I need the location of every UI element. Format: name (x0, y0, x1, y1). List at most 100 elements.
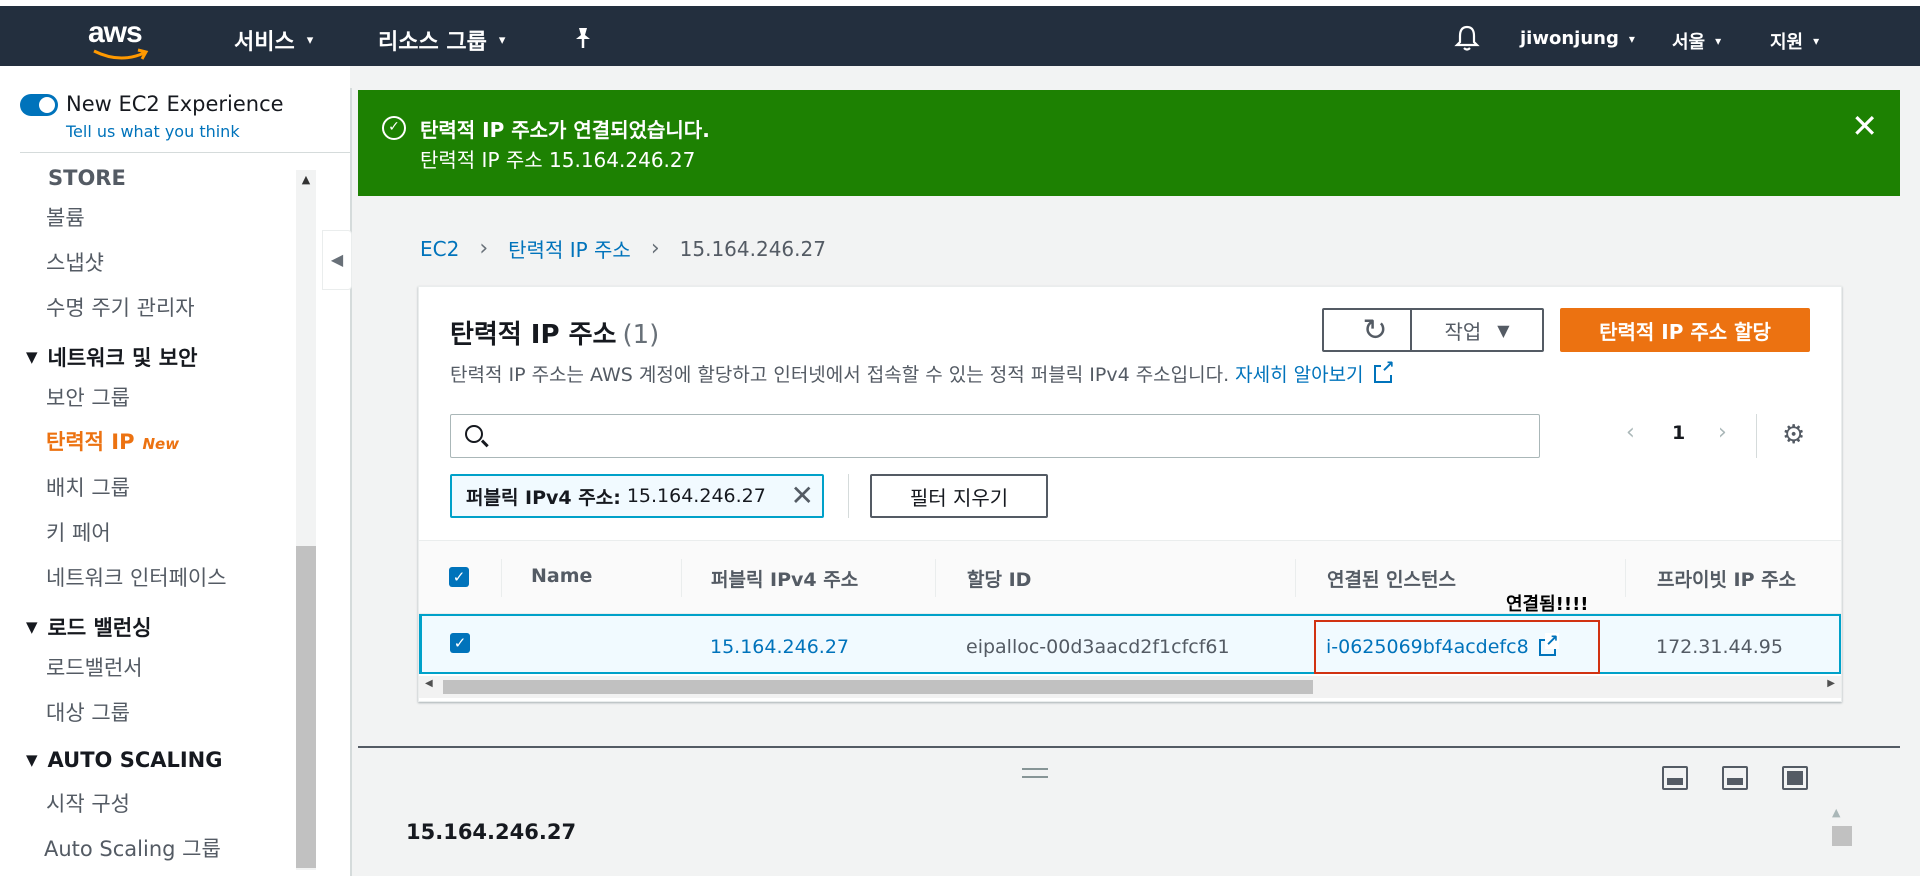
description-text: 탄력적 IP 주소는 AWS 계정에 할당하고 인터넷에서 접속할 수 있는 정… (450, 364, 1230, 386)
sidebar-item-launch-configurations[interactable]: 시작 구성 (46, 788, 130, 818)
chevron-right-icon: › (650, 236, 660, 261)
chevron-down-icon: ▾ (498, 32, 506, 48)
column-header-allocation-id[interactable]: 할당 ID (967, 565, 1031, 592)
sidebar-item-placement-groups[interactable]: 배치 그룹 (46, 472, 130, 502)
support-menu[interactable]: 지원 ▾ (1770, 28, 1819, 54)
chevron-down-icon: ▾ (1715, 34, 1722, 48)
external-link-icon[interactable] (1373, 358, 1395, 383)
section-label: 로드 밸런싱 (47, 616, 152, 640)
chevron-down-icon: ▾ (306, 32, 314, 48)
chevron-down-icon: ▾ (1628, 31, 1635, 46)
resize-handle-icon[interactable] (1022, 768, 1048, 778)
scroll-left-arrow-icon[interactable]: ◀ (425, 678, 433, 689)
panel-title: 탄력적 IP 주소 (1) (450, 314, 659, 351)
scroll-up-arrow-icon[interactable]: ▲ (1832, 806, 1840, 819)
sidebar-section-auto-scaling[interactable]: ▼ AUTO SCALING (26, 748, 223, 772)
sidebar-section-load-balancing[interactable]: ▼ 로드 밸런싱 (26, 612, 151, 642)
sidebar-item-load-balancers[interactable]: 로드밸런서 (46, 652, 143, 682)
caret-down-icon: ▼ (1497, 320, 1510, 340)
sidebar-section-network[interactable]: ▼ 네트워크 및 보안 (26, 342, 197, 372)
column-divider (681, 559, 682, 597)
sidebar-divider (20, 152, 350, 153)
sidebar-item-network-interfaces[interactable]: 네트워크 인터페이스 (46, 562, 227, 592)
column-header-private-ip[interactable]: 프라이빗 IP 주소 (1657, 565, 1796, 592)
sidebar-item-volumes[interactable]: 볼륨 (46, 202, 85, 232)
annotation-text: 연결됨!!!! (1506, 594, 1589, 615)
filter-token: 퍼블릭 IPv4 주소: 15.164.246.27 ✕ (450, 474, 824, 518)
caret-down-icon: ▼ (26, 751, 38, 769)
split-bottom-icon[interactable] (1662, 766, 1688, 790)
aws-logo[interactable]: aws (88, 16, 168, 62)
column-header-public-ip[interactable]: 퍼블릭 IPv4 주소 (711, 565, 858, 592)
horizontal-scroll-thumb[interactable] (443, 680, 1313, 694)
search-input[interactable] (499, 421, 1519, 451)
column-divider (1625, 559, 1626, 597)
panel-description: 탄력적 IP 주소는 AWS 계정에 할당하고 인터넷에서 접속할 수 있는 정… (450, 358, 1395, 387)
remove-filter-icon[interactable]: ✕ (791, 480, 814, 512)
aws-smile-icon (93, 48, 149, 60)
allocate-elastic-ip-button[interactable]: 탄력적 IP 주소 할당 (1560, 308, 1810, 352)
feedback-link[interactable]: Tell us what you think (66, 122, 240, 141)
sidebar-item-elastic-ip[interactable]: 탄력적 IP New (46, 426, 179, 456)
aws-logo-text: aws (88, 16, 143, 49)
next-page-button[interactable]: › (1718, 420, 1727, 445)
flash-message: 탄력적 IP 주소 15.164.246.27 (420, 148, 696, 172)
select-all-checkbox[interactable]: ✓ (449, 567, 469, 587)
sidebar-scroll-thumb[interactable] (296, 546, 316, 868)
collapse-sidebar-button[interactable]: ◀ (322, 230, 352, 290)
column-divider (935, 559, 936, 597)
sidebar-item-key-pairs[interactable]: 키 페어 (46, 517, 111, 547)
refresh-icon: ↻ (1362, 312, 1388, 348)
table-horizontal-scrollbar[interactable]: ◀ ▶ (419, 676, 1841, 698)
region-label: 서울 (1672, 32, 1706, 53)
actions-dropdown[interactable]: 작업 ▼ (1410, 308, 1544, 352)
sidebar-item-auto-scaling-groups[interactable]: Auto Scaling 그룹 (44, 833, 221, 863)
user-menu[interactable]: jiwonjung ▾ (1520, 28, 1635, 49)
pager-divider (1756, 414, 1757, 458)
caret-down-icon: ▼ (26, 618, 38, 636)
breadcrumb-elastic-ip-link[interactable]: 탄력적 IP 주소 (508, 234, 631, 263)
clear-filters-label: 필터 지우기 (909, 485, 1009, 510)
gear-icon[interactable]: ⚙ (1782, 420, 1805, 450)
support-label: 지원 (1770, 32, 1804, 53)
details-scroll-thumb[interactable] (1832, 826, 1852, 846)
table-row[interactable]: ✓ 15.164.246.27 eipalloc-00d3aacd2f1cfcf… (419, 614, 1841, 674)
pin-icon[interactable] (572, 26, 594, 50)
details-title: 15.164.246.27 (406, 820, 577, 844)
section-label: 네트워크 및 보안 (47, 346, 198, 370)
row-checkbox[interactable]: ✓ (450, 633, 470, 653)
cell-allocation-id: eipalloc-00d3aacd2f1cfcf61 (966, 636, 1230, 658)
previous-page-button[interactable]: ‹ (1626, 420, 1635, 445)
column-header-associated-instance[interactable]: 연결된 인스턴스 (1327, 565, 1456, 592)
search-box[interactable] (450, 414, 1540, 458)
sidebar: New EC2 Experience Tell us what you thin… (0, 66, 350, 876)
breadcrumb-ec2-link[interactable]: EC2 (420, 237, 459, 261)
split-full-icon[interactable] (1782, 766, 1808, 790)
region-menu[interactable]: 서울 ▾ (1672, 28, 1721, 54)
sidebar-item-target-groups[interactable]: 대상 그룹 (46, 697, 130, 727)
close-icon[interactable]: ✕ (1851, 110, 1878, 142)
resource-groups-menu[interactable]: 리소스 그룹 ▾ (378, 24, 505, 56)
learn-more-link[interactable]: 자세히 알아보기 (1235, 360, 1363, 387)
sidebar-item-lifecycle-manager[interactable]: 수명 주기 관리자 (46, 292, 195, 322)
services-menu[interactable]: 서비스 ▾ (234, 24, 313, 56)
public-ip-link[interactable]: 15.164.246.27 (710, 636, 849, 658)
sidebar-border (350, 88, 352, 876)
page-number[interactable]: 1 (1672, 422, 1685, 444)
column-header-name[interactable]: Name (531, 565, 592, 587)
sidebar-item-snapshots[interactable]: 스냅샷 (46, 247, 104, 277)
sidebar-section-store: STORE (48, 166, 126, 190)
filter-value: 15.164.246.27 (626, 485, 766, 507)
new-experience-label: New EC2 Experience (66, 92, 284, 116)
flash-title: 탄력적 IP 주소가 연결되었습니다. (420, 118, 710, 142)
table-header: ✓ Name 퍼블릭 IPv4 주소 할당 ID 연결된 인스턴스 프라이빗 I… (419, 540, 1841, 614)
clear-filters-button[interactable]: 필터 지우기 (870, 474, 1048, 518)
bell-icon[interactable] (1454, 24, 1480, 52)
sidebar-item-label: 탄력적 IP (46, 430, 135, 454)
split-side-icon[interactable] (1722, 766, 1748, 790)
sidebar-item-security-groups[interactable]: 보안 그룹 (46, 382, 130, 412)
scroll-up-arrow-icon[interactable]: ▲ (296, 170, 316, 190)
caret-down-icon: ▼ (26, 348, 38, 366)
scroll-right-arrow-icon[interactable]: ▶ (1827, 678, 1835, 689)
new-experience-toggle[interactable] (20, 94, 58, 116)
